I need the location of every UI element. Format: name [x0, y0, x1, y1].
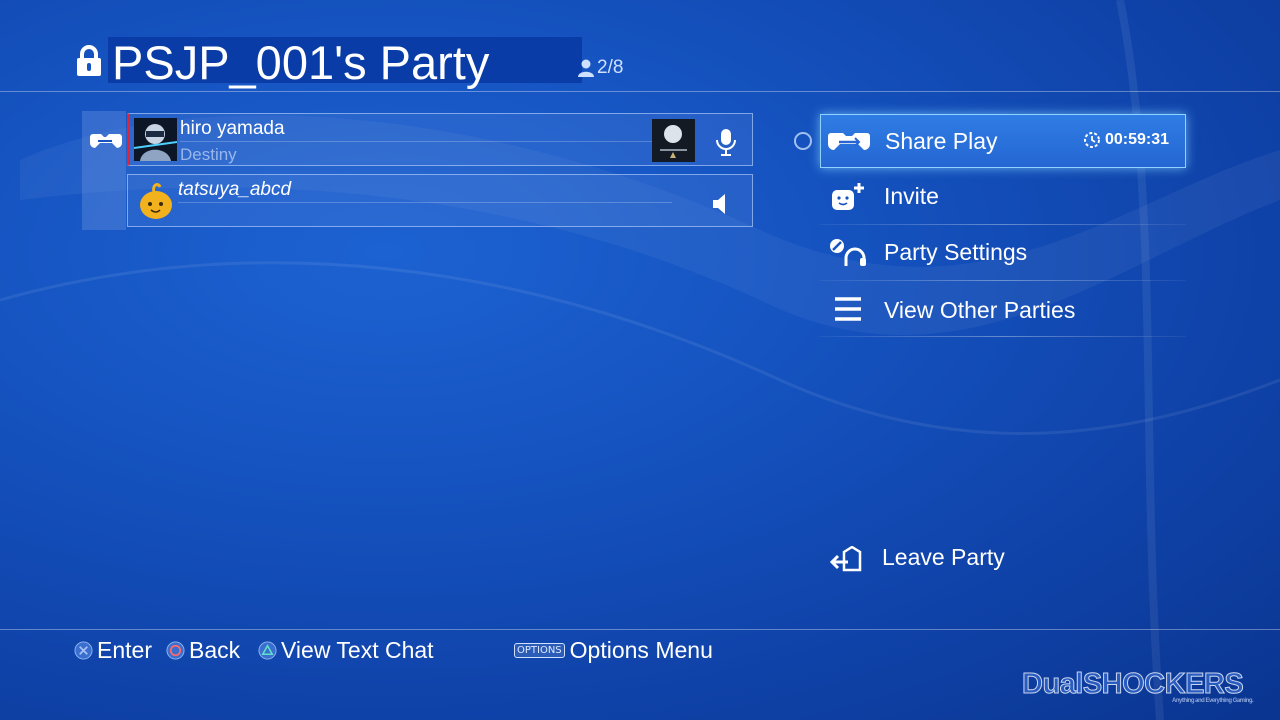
watermark-text: DualSHOCKERS	[1021, 668, 1244, 701]
footer-divider	[0, 629, 1280, 630]
triangle-button-icon	[258, 640, 277, 660]
header-divider	[0, 91, 1280, 92]
timer-icon	[1083, 132, 1100, 148]
menu-item-label: View Other Parties	[884, 297, 1076, 323]
footer-back-label: Back	[189, 636, 241, 663]
circle-button-icon	[166, 640, 185, 660]
party-settings-icon	[830, 239, 866, 266]
menu-divider	[820, 336, 1186, 337]
footer-options-hint: OPTIONS Options Menu	[514, 636, 713, 664]
lock-icon	[77, 45, 101, 76]
loading-spinner-icon	[794, 132, 812, 150]
speaker-icon	[713, 194, 725, 214]
member-game: Destiny	[180, 145, 237, 164]
row-divider	[178, 202, 672, 203]
member-avatar	[140, 183, 172, 219]
cross-button-icon	[74, 640, 93, 660]
list-icon	[835, 297, 861, 321]
watermark-logo: DualSHOCKERS Anything and Everything Gam…	[1021, 668, 1253, 705]
leave-party-label: Leave Party	[882, 544, 1005, 570]
member-count-text: 2/8	[597, 57, 624, 78]
party-settings-button[interactable]: Party Settings	[820, 226, 1186, 278]
menu-item-label: Party Settings	[884, 239, 1028, 265]
footer-text-chat-label: View Text Chat	[281, 636, 434, 663]
row-divider	[180, 141, 672, 142]
view-other-parties-button[interactable]: View Other Parties	[820, 284, 1186, 336]
background-wave	[0, 0, 1280, 720]
footer-enter-label: Enter	[97, 636, 152, 663]
footer-back-hint: Back	[166, 636, 240, 664]
share-play-button[interactable]: Share Play 00:59:31	[820, 114, 1186, 168]
share-play-timer: 00:59:31	[1083, 131, 1169, 149]
share-play-status-icon	[90, 134, 122, 148]
footer-text-chat-hint: View Text Chat	[258, 636, 434, 664]
timer-value: 00:59:31	[1104, 131, 1169, 148]
member-count: 2/8	[578, 57, 623, 79]
game-thumbnail	[652, 119, 695, 162]
member-avatar	[134, 118, 177, 161]
party-title: PSJP_001's Party	[108, 37, 582, 89]
leave-party-icon	[830, 546, 862, 572]
person-icon	[578, 59, 594, 77]
footer-enter-hint: Enter	[74, 636, 152, 664]
member-row[interactable]: tatsuya_abcd	[127, 174, 753, 227]
leave-party-button[interactable]: Leave Party	[826, 536, 1116, 580]
share-play-icon	[828, 133, 870, 150]
microphone-icon	[716, 129, 736, 156]
options-button-icon: OPTIONS	[514, 642, 565, 658]
menu-divider	[820, 280, 1186, 281]
member-name: hiro yamada	[180, 118, 285, 139]
member-name: tatsuya_abcd	[178, 179, 292, 200]
member-row[interactable]: hiro yamada Destiny	[127, 113, 753, 166]
invite-icon	[832, 183, 864, 210]
watermark-tagline: Anything and Everything Gaming.	[1172, 698, 1254, 704]
invite-button[interactable]: Invite	[820, 170, 1186, 222]
menu-item-label: Share Play	[885, 128, 998, 154]
footer-options-label: Options Menu	[569, 636, 713, 663]
menu-divider	[820, 224, 1186, 225]
menu-item-label: Invite	[884, 183, 939, 209]
